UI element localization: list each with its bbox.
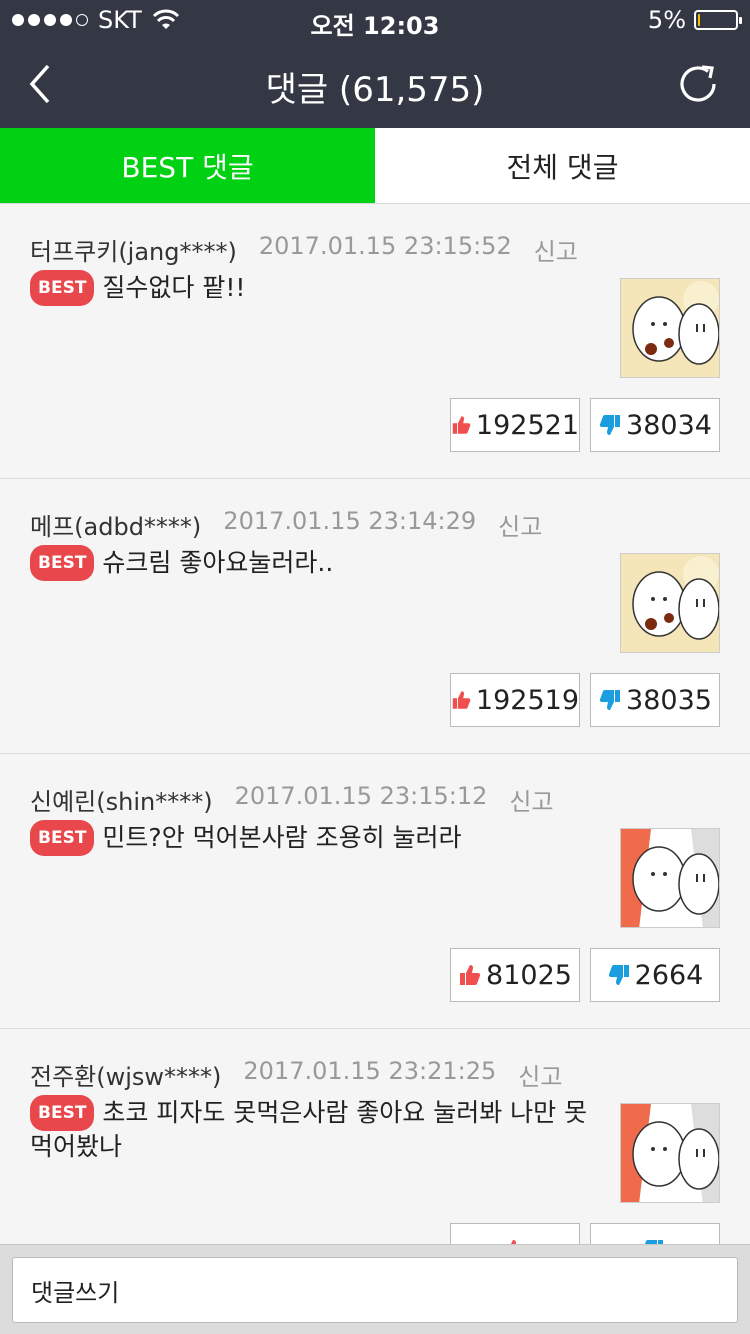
comment-input[interactable]: 댓글쓰기 [12,1257,738,1323]
thumbs-up-icon [460,965,481,985]
page-title: 댓글 (61,575) [265,70,485,110]
like-button[interactable]: 81025 [450,948,580,1002]
comment-user[interactable]: 신예린(shin****) [30,782,213,817]
comment-body: BEST 슈크림 좋아요눌러라.. [30,545,590,581]
best-badge: BEST [30,270,95,306]
thumbs-up-icon [452,691,471,709]
list-item: 터프쿠키(jang****) 2017.01.15 23:15:52 신고 BE… [0,204,750,479]
tab-all-comments[interactable]: 전체 댓글 [375,128,750,203]
dislike-count: 2664 [634,959,704,991]
comment-image[interactable] [620,828,720,928]
like-button[interactable]: 192519 [450,673,580,727]
dislike-button[interactable]: 2664 [590,948,720,1002]
comment-date: 2017.01.15 23:15:52 [258,232,512,260]
dislike-button[interactable]: 38034 [590,398,720,452]
comment-image[interactable] [620,278,720,378]
comment-text: 초코 피자도 못먹은사람 좋아요 눌러봐 나만 못 먹어봤나 [30,1098,588,1161]
battery-percent: 5% [647,6,686,34]
comment-date: 2017.01.15 23:15:12 [234,782,488,810]
like-count: 192521 [475,409,579,441]
comment-image[interactable] [620,553,720,653]
comment-meta: 전주환(wjsw****) 2017.01.15 23:21:25 신고 [30,1057,562,1092]
dislike-button[interactable] [590,1223,720,1244]
like-button[interactable] [450,1223,580,1244]
like-count: 192519 [475,684,579,716]
list-item: 전주환(wjsw****) 2017.01.15 23:21:25 신고 BES… [0,1029,750,1244]
thumbs-down-icon [608,965,629,985]
list-item: 신예린(shin****) 2017.01.15 23:15:12 신고 BES… [0,754,750,1029]
best-badge: BEST [30,820,95,856]
thumbs-up-icon [452,416,471,434]
vote-buttons: 192519 38035 [450,673,720,727]
comment-date: 2017.01.15 23:14:29 [223,507,477,535]
like-button[interactable]: 192521 [450,398,580,452]
comment-tabs: BEST 댓글 전체 댓글 [0,128,750,204]
comment-text: 질수없다 팥!! [102,273,246,302]
report-link[interactable]: 신고 [509,782,553,817]
report-link[interactable]: 신고 [518,1057,562,1092]
comment-body: BEST 민트?안 먹어본사람 조용히 눌러라 [30,820,590,856]
nav-bar: 댓글 (61,575) [0,40,750,128]
like-count: 81025 [486,959,572,991]
status-right: 5% [647,6,742,34]
list-item: 메프(adbd****) 2017.01.15 23:14:29 신고 BEST… [0,479,750,754]
comment-user[interactable]: 메프(adbd****) [30,507,201,542]
vote-buttons [450,1223,720,1244]
dislike-count: 38034 [626,409,712,441]
refresh-icon[interactable] [674,60,722,108]
comment-composer: 댓글쓰기 [0,1244,750,1334]
comment-meta: 신예린(shin****) 2017.01.15 23:15:12 신고 [30,782,554,817]
status-bar: SKT 오전 12:03 5% [0,0,750,40]
vote-buttons: 81025 2664 [450,948,720,1002]
dislike-button[interactable]: 38035 [590,673,720,727]
tab-best-comments[interactable]: BEST 댓글 [0,128,375,203]
comment-text: 슈크림 좋아요눌러라.. [102,548,334,577]
comment-user[interactable]: 전주환(wjsw****) [30,1057,221,1092]
best-badge: BEST [30,545,95,581]
vote-buttons: 192521 38034 [450,398,720,452]
comment-user[interactable]: 터프쿠키(jang****) [30,232,237,267]
report-link[interactable]: 신고 [534,232,578,267]
thumbs-down-icon [599,415,621,435]
dislike-count: 38035 [626,684,712,716]
comment-list[interactable]: 터프쿠키(jang****) 2017.01.15 23:15:52 신고 BE… [0,204,750,1244]
comment-body: BEST 질수없다 팥!! [30,270,590,306]
status-time: 오전 12:03 [310,12,440,40]
comment-text: 민트?안 먹어본사람 조용히 눌러라 [102,823,462,852]
best-badge: BEST [30,1095,95,1131]
battery-icon [694,10,742,30]
comment-meta: 터프쿠키(jang****) 2017.01.15 23:15:52 신고 [30,232,578,267]
comment-date: 2017.01.15 23:21:25 [243,1057,497,1085]
report-link[interactable]: 신고 [498,507,542,542]
comment-image[interactable] [620,1103,720,1203]
thumbs-down-icon [599,690,621,710]
comment-meta: 메프(adbd****) 2017.01.15 23:14:29 신고 [30,507,542,542]
comment-body: BEST 초코 피자도 못먹은사람 좋아요 눌러봐 나만 못 먹어봤나 [30,1095,590,1163]
